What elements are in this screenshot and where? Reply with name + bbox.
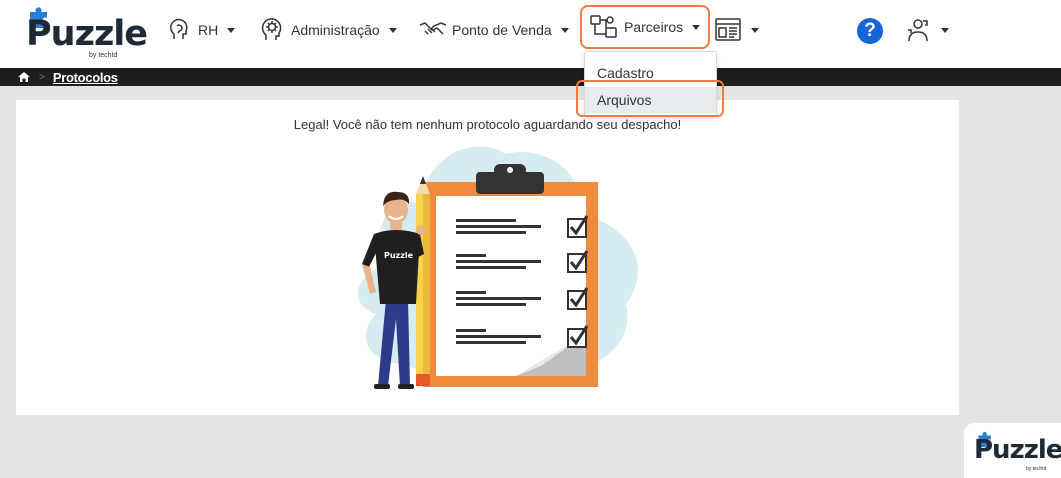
logo-text: Puzzle (26, 14, 148, 54)
breadcrumb-separator: > (39, 71, 45, 83)
home-icon[interactable] (17, 71, 31, 83)
nav-parceiros[interactable]: Parceiros (580, 5, 711, 49)
chevron-down-icon (751, 27, 759, 33)
corner-brand-badge: Puzzle by techtd (964, 423, 1061, 478)
report-icon (715, 18, 741, 41)
chevron-down-icon (692, 24, 701, 30)
nav-relatorios[interactable] (714, 14, 759, 46)
main-card: Legal! Você não tem nenhum protocolo agu… (16, 100, 959, 415)
menu-item-arquivos[interactable]: Arquivos (585, 87, 716, 113)
breadcrumb: > Protocolos (0, 68, 1061, 86)
nav-parceiros-label: Parceiros (624, 19, 684, 35)
shirt-logo-text: Puzzle (384, 251, 414, 260)
nav-rh[interactable]: RH (168, 14, 236, 46)
chevron-down-icon (227, 27, 236, 33)
gear-head-icon (261, 18, 282, 40)
chevron-down-icon (560, 27, 569, 33)
nav-ponto-de-venda[interactable]: Ponto de Venda (418, 14, 569, 46)
logo-tagline: by techtd (89, 52, 118, 59)
chevron-down-icon (941, 27, 949, 33)
empty-state-message: Legal! Você não tem nenhum protocolo agu… (293, 117, 682, 132)
nav-user-menu[interactable] (904, 14, 949, 46)
partners-icon (590, 15, 617, 38)
handshake-icon (419, 22, 447, 35)
breadcrumb-protocolos[interactable]: Protocolos (53, 70, 118, 85)
nav-rh-label: RH (198, 22, 219, 38)
chevron-down-icon (388, 27, 397, 33)
app-logo[interactable]: Puzzle by techtd (22, 7, 148, 60)
top-navbar: Puzzle by techtd RH Administração Ponto … (0, 0, 1061, 68)
badge-logo-text: Puzzle (974, 435, 1061, 465)
nav-administracao-label: Administração (291, 22, 380, 38)
brain-icon (170, 18, 188, 39)
help-button[interactable]: ? (857, 18, 883, 44)
empty-state-illustration: Puzzle (357, 146, 639, 389)
menu-item-cadastro[interactable]: Cadastro (585, 60, 716, 86)
nav-ponto-de-venda-label: Ponto de Venda (452, 22, 552, 38)
badge-logo-tagline: by techtd (1026, 466, 1047, 472)
user-puzzle-icon (908, 19, 928, 42)
parceiros-dropdown-menu: Cadastro Arquivos (584, 51, 717, 117)
nav-administracao[interactable]: Administração (259, 14, 397, 46)
